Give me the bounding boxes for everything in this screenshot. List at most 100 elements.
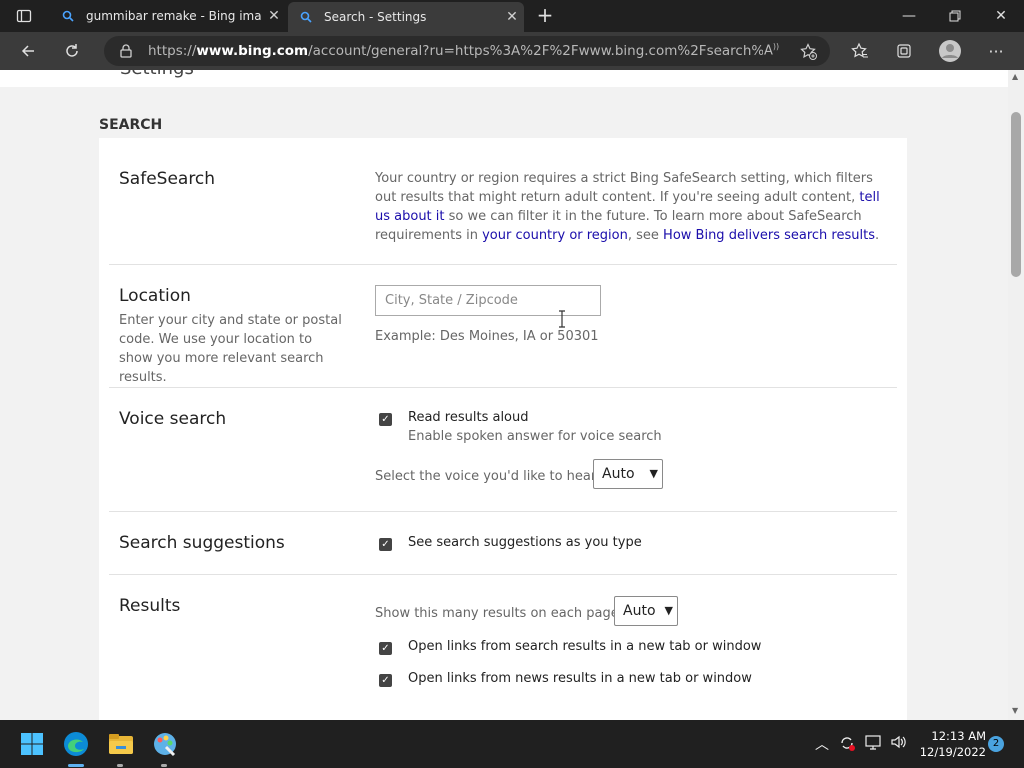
show-hidden-icons-button[interactable]: ︿: [812, 734, 832, 754]
safesearch-description: Your country or region requires a strict…: [375, 171, 880, 243]
location-description: Enter your city and state or postal code…: [119, 313, 342, 385]
section-heading: SEARCH: [99, 117, 163, 133]
tab-search-settings[interactable]: Search - Settings ✕: [288, 2, 524, 32]
safesearch-title: SafeSearch: [119, 169, 216, 189]
windows-icon: [21, 733, 43, 755]
chevron-down-icon: ▼: [649, 467, 658, 480]
url-text: https://www.bing.com/account/general?ru=…: [148, 43, 763, 59]
tab-actions-button[interactable]: [10, 2, 38, 30]
browser-titlebar: gummibar remake - Bing images ✕ Search -…: [0, 0, 1024, 32]
location-title: Location: [119, 286, 191, 306]
plus-icon: +: [536, 3, 554, 27]
text-cursor-icon: [559, 310, 565, 328]
tab-title: gummibar remake - Bing images: [86, 9, 262, 23]
settings-panel: SafeSearch Your country or region requir…: [99, 138, 907, 720]
taskbar: ︿ 12:13 AM 12/19/2022 2: [0, 720, 1024, 768]
results-row: Results Show this many results on each p…: [109, 575, 897, 720]
voice-select[interactable]: Auto ▼: [593, 459, 663, 489]
running-app-indicator: [161, 764, 167, 767]
paint-taskbar-button[interactable]: [149, 728, 181, 760]
top-strip: Settings: [0, 70, 1008, 87]
volume-button[interactable]: [889, 734, 909, 754]
add-favorite-icon[interactable]: [800, 43, 818, 61]
sync-status-button[interactable]: [837, 734, 857, 754]
edge-taskbar-button[interactable]: [60, 728, 92, 760]
network-icon: [865, 735, 881, 750]
page-scrollbar[interactable]: ▲ ▼: [1008, 70, 1024, 720]
voice-search-title: Voice search: [119, 409, 227, 429]
read-aloud-label: Read results aloud: [408, 410, 529, 425]
minimize-icon: —: [902, 8, 916, 24]
close-icon: ✕: [995, 8, 1007, 24]
how-bing-delivers-link[interactable]: How Bing delivers search results: [663, 228, 875, 243]
bing-search-icon: [60, 8, 76, 24]
suggestions-label: See search suggestions as you type: [408, 535, 642, 550]
start-button[interactable]: [16, 728, 48, 760]
voice-search-row: Voice search ✓ Read results aloud Enable…: [109, 388, 897, 512]
profile-button[interactable]: [936, 37, 964, 65]
search-suggestions-row: Search suggestions ✓ See search suggesti…: [109, 512, 897, 575]
close-tab-icon[interactable]: ✕: [262, 8, 286, 24]
lock-icon[interactable]: [120, 44, 132, 58]
page-content: Settings SEARCH SafeSearch Your country …: [0, 70, 1008, 720]
location-example: Example: Des Moines, IA or 50301: [375, 329, 599, 344]
new-tab-search-label: Open links from search results in a new …: [408, 639, 762, 654]
collections-button[interactable]: [890, 37, 918, 65]
chevron-down-icon: ▼: [664, 604, 673, 617]
volume-icon: [891, 735, 906, 749]
sync-icon: [841, 737, 855, 751]
restore-icon: [949, 10, 961, 22]
page-title: Settings: [120, 70, 194, 79]
scroll-up-icon[interactable]: ▲: [1012, 72, 1018, 81]
safesearch-row: SafeSearch Your country or region requir…: [109, 138, 897, 265]
close-window-button[interactable]: ✕: [978, 0, 1024, 32]
clock-time: 12:13 AM: [931, 729, 986, 743]
close-tab-icon[interactable]: ✕: [500, 9, 524, 25]
favorites-button[interactable]: [846, 37, 874, 65]
new-tab-button[interactable]: +: [534, 4, 556, 26]
running-app-indicator: [117, 764, 123, 767]
network-button[interactable]: [864, 734, 884, 754]
tab-bing-images[interactable]: gummibar remake - Bing images ✕: [50, 0, 286, 32]
chevron-up-icon: ︿: [815, 737, 829, 753]
suggestions-checkbox[interactable]: ✓: [379, 538, 392, 551]
new-tab-news-label: Open links from news results in a new ta…: [408, 671, 752, 686]
clock-date: 12/19/2022: [919, 745, 986, 759]
new-tab-search-checkbox[interactable]: ✓: [379, 642, 392, 655]
new-tab-news-checkbox[interactable]: ✓: [379, 674, 392, 687]
settings-more-button[interactable]: ···: [982, 37, 1010, 65]
refresh-icon: [66, 44, 78, 57]
scroll-down-icon[interactable]: ▼: [1012, 706, 1018, 715]
results-title: Results: [119, 596, 181, 616]
voice-select-label: Select the voice you'd like to hear: [375, 469, 597, 484]
location-row: Location Enter your city and state or po…: [109, 265, 897, 388]
read-aloud-sub: Enable spoken answer for voice search: [408, 429, 662, 444]
taskbar-clock[interactable]: 12:13 AM 12/19/2022: [916, 728, 986, 760]
notification-badge[interactable]: 2: [988, 736, 1004, 752]
search-suggestions-title: Search suggestions: [119, 533, 285, 553]
location-input[interactable]: City, State / Zipcode: [375, 285, 601, 316]
avatar-icon: [939, 40, 961, 62]
address-bar[interactable]: https://www.bing.com/account/general?ru=…: [104, 36, 830, 66]
scrollbar-thumb[interactable]: [1011, 112, 1021, 277]
bing-search-icon: [298, 9, 314, 25]
paint-icon: [154, 733, 176, 757]
tab-title: Search - Settings: [324, 10, 427, 24]
refresh-button[interactable]: [58, 37, 86, 65]
more-icon: ···: [988, 41, 1004, 61]
favorites-icon: [851, 42, 868, 58]
file-explorer-button[interactable]: [105, 728, 137, 760]
collections-icon: [897, 44, 911, 58]
results-count-select[interactable]: Auto ▼: [614, 596, 678, 626]
browser-toolbar: https://www.bing.com/account/general?ru=…: [0, 32, 1024, 70]
read-aloud-checkbox[interactable]: ✓: [379, 413, 392, 426]
restore-button[interactable]: [932, 0, 978, 32]
country-region-link[interactable]: your country or region: [482, 228, 628, 243]
folder-icon: [109, 734, 133, 754]
back-arrow-icon: [21, 45, 34, 57]
edge-icon: [64, 732, 88, 756]
minimize-button[interactable]: —: [886, 0, 932, 32]
results-count-label: Show this many results on each page: [375, 606, 619, 621]
back-button[interactable]: [14, 37, 42, 65]
read-aloud-icon[interactable]: A)): [764, 42, 779, 58]
